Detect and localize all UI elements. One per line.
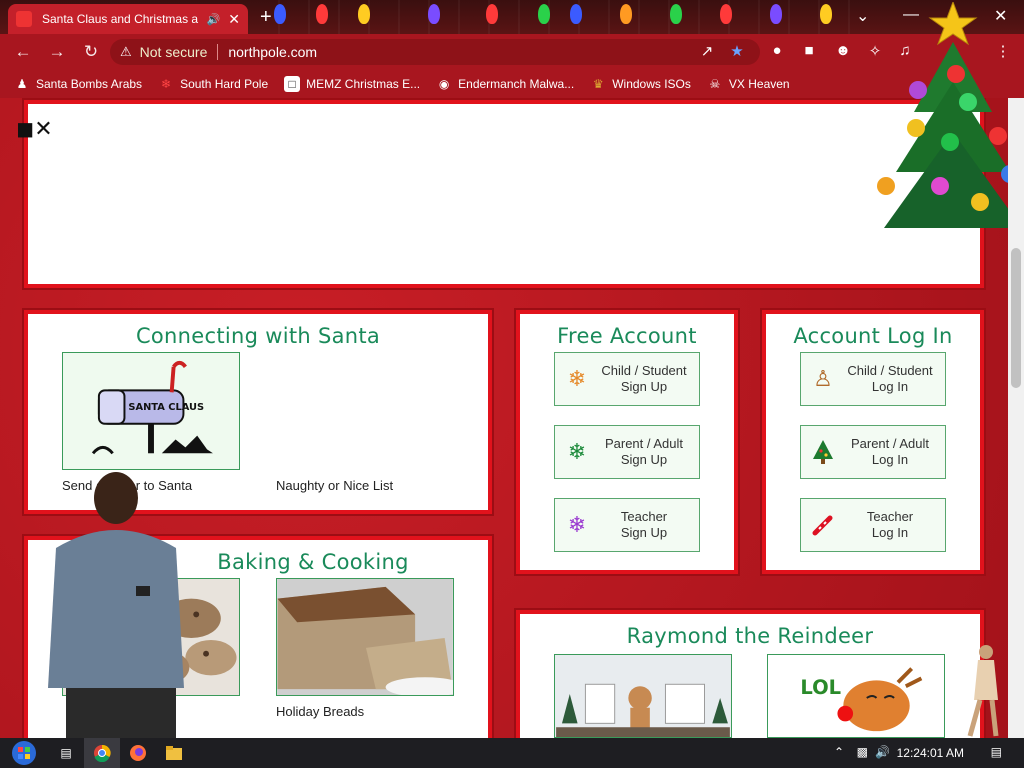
teacher-login-button[interactable]: Teacher Log In bbox=[800, 498, 946, 552]
bookmark-item[interactable]: □ MEMZ Christmas E... bbox=[284, 76, 420, 92]
snowflake-purple-icon: ❄ bbox=[567, 512, 587, 537]
divider bbox=[217, 44, 219, 60]
profile-extension-icon[interactable]: ☻ bbox=[834, 42, 852, 60]
bookmark-item[interactable]: ♟ Santa Bombs Arabs bbox=[14, 76, 142, 92]
extension-flag-icon[interactable]: ● bbox=[768, 42, 786, 60]
skull-icon: ☠ bbox=[709, 77, 721, 91]
page-content: Connecting with Santa SANTA CLAUS Send a… bbox=[0, 2, 1022, 750]
bookmark-label: Santa Bombs Arabs bbox=[36, 77, 143, 91]
taskbar: ▤ ⌃ ▩ 🔊 12:24:01 AM ▤ bbox=[0, 738, 1024, 768]
tree-icon bbox=[811, 440, 835, 464]
star-icon[interactable]: ★ bbox=[728, 42, 746, 60]
button-label: Child / Student Sign Up bbox=[601, 363, 687, 394]
parent-login-button[interactable]: Parent / Adult Log In bbox=[800, 425, 946, 479]
free-account-title: Free Account bbox=[557, 324, 697, 348]
gingerbread-icon: ♙ bbox=[813, 366, 833, 391]
light-bulb-icon bbox=[820, 4, 832, 24]
share-icon[interactable]: ↗ bbox=[698, 42, 716, 60]
child-signup-button[interactable]: ❄ Child / Student Sign Up bbox=[554, 352, 700, 406]
tab-title: Santa Claus and Christmas a bbox=[42, 12, 199, 26]
chrome-icon[interactable] bbox=[84, 738, 120, 768]
page-scrollbar[interactable] bbox=[1008, 98, 1024, 738]
teacher-signup-button[interactable]: ❄ Teacher Sign Up bbox=[554, 498, 700, 552]
dancer-overlay-image bbox=[967, 645, 999, 737]
light-bulb-icon bbox=[770, 4, 782, 24]
close-tab-icon[interactable]: ✕ bbox=[228, 11, 240, 28]
bookmark-label: Endermanch Malwa... bbox=[458, 77, 575, 91]
mailbox-image[interactable]: SANTA CLAUS bbox=[62, 352, 240, 470]
button-label: Parent / Adult Sign Up bbox=[604, 436, 684, 467]
bookmark-item[interactable]: ☠ VX Heaven bbox=[707, 76, 790, 92]
page-icon: □ bbox=[284, 76, 301, 92]
bookmark-label: Windows ISOs bbox=[612, 77, 691, 91]
mute-icon[interactable]: ◼✕ bbox=[16, 116, 53, 142]
extension-s-icon[interactable]: ■ bbox=[800, 42, 818, 60]
lol-text: LOL bbox=[800, 676, 841, 699]
url-text: northpole.com bbox=[228, 44, 318, 60]
candy-cane-icon bbox=[811, 513, 835, 537]
person-overlay-image bbox=[48, 472, 184, 738]
light-bulb-icon bbox=[274, 4, 286, 24]
snowflake-green-icon: ❄ bbox=[567, 439, 587, 464]
reindeer-photo-image[interactable] bbox=[554, 654, 732, 738]
action-center-icon[interactable]: ▤ bbox=[991, 745, 1002, 759]
light-bulb-icon bbox=[428, 4, 440, 24]
holiday-bread-image[interactable] bbox=[276, 578, 454, 696]
bookmark-item[interactable]: ◉ Endermanch Malwa... bbox=[436, 76, 574, 92]
forward-icon[interactable]: → bbox=[44, 42, 70, 62]
new-tab-button[interactable]: + bbox=[260, 6, 272, 29]
reload-icon[interactable]: ↻ bbox=[78, 42, 104, 62]
mailbox-label: SANTA CLAUS bbox=[128, 402, 204, 413]
taskbar-clock[interactable]: 12:24:01 AM bbox=[897, 746, 964, 760]
christmas-lights-decoration bbox=[250, 0, 850, 34]
button-label: Teacher Sign Up bbox=[620, 509, 668, 540]
login-title: Account Log In bbox=[793, 324, 953, 348]
bookmark-item[interactable]: ❄ South Hard Pole bbox=[158, 76, 268, 92]
cat-icon: ◉ bbox=[438, 77, 450, 91]
light-bulb-icon bbox=[316, 4, 328, 24]
snowflake-icon: ❄ bbox=[161, 77, 172, 91]
scrollbar-thumb[interactable] bbox=[1011, 248, 1021, 388]
light-bulb-icon bbox=[570, 4, 582, 24]
tray-chevron-icon[interactable]: ⌃ bbox=[834, 745, 844, 759]
security-status: Not secure bbox=[139, 44, 208, 60]
light-bulb-icon bbox=[538, 4, 550, 24]
light-bulb-icon bbox=[358, 4, 370, 24]
address-bar[interactable]: ⚠ Not secure northpole.com bbox=[110, 39, 760, 65]
light-bulb-icon bbox=[620, 4, 632, 24]
task-view-icon[interactable]: ▤ bbox=[48, 738, 84, 768]
volume-icon[interactable]: 🔊 bbox=[875, 745, 890, 759]
light-bulb-icon bbox=[670, 4, 682, 24]
bookmark-item[interactable]: ♛ Windows ISOs bbox=[590, 76, 691, 92]
bookmark-label: MEMZ Christmas E... bbox=[306, 77, 421, 91]
favicon-icon bbox=[16, 11, 32, 27]
light-bulb-icon bbox=[486, 4, 498, 24]
naughty-nice-caption[interactable]: Naughty or Nice List bbox=[276, 478, 393, 493]
parent-signup-button[interactable]: ❄ Parent / Adult Sign Up bbox=[554, 425, 700, 479]
light-bulb-icon bbox=[720, 4, 732, 24]
figure-icon: ♟ bbox=[16, 77, 28, 91]
firefox-icon[interactable] bbox=[120, 738, 156, 768]
bookmark-label: VX Heaven bbox=[728, 77, 790, 91]
button-label: Teacher Log In bbox=[866, 509, 914, 540]
child-login-button[interactable]: ♙ Child / Student Log In bbox=[800, 352, 946, 406]
snowflake-orange-icon: ❄ bbox=[567, 366, 587, 391]
file-explorer-icon[interactable] bbox=[156, 738, 192, 768]
raymond-title: Raymond the Reindeer bbox=[626, 624, 874, 648]
bookmark-label: South Hard Pole bbox=[180, 77, 269, 91]
top-banner bbox=[24, 100, 984, 288]
warning-icon: ⚠ bbox=[120, 44, 132, 59]
speaker-icon[interactable]: 🔊 bbox=[207, 13, 221, 26]
christmas-tree-icon bbox=[877, 2, 1022, 228]
connecting-title: Connecting with Santa bbox=[135, 324, 381, 348]
back-icon[interactable]: ← bbox=[10, 42, 36, 62]
reindeer-lol-image[interactable]: LOL bbox=[767, 654, 945, 738]
holiday-breads-caption[interactable]: Holiday Breads bbox=[276, 704, 364, 719]
button-label: Child / Student Log In bbox=[847, 363, 933, 394]
trophy-icon: ♛ bbox=[592, 77, 604, 91]
start-button[interactable] bbox=[0, 738, 48, 768]
browser-tab[interactable]: Santa Claus and Christmas a 🔊 ✕ bbox=[8, 4, 248, 34]
network-icon[interactable]: ▩ bbox=[857, 745, 868, 759]
button-label: Parent / Adult Log In bbox=[850, 436, 930, 467]
